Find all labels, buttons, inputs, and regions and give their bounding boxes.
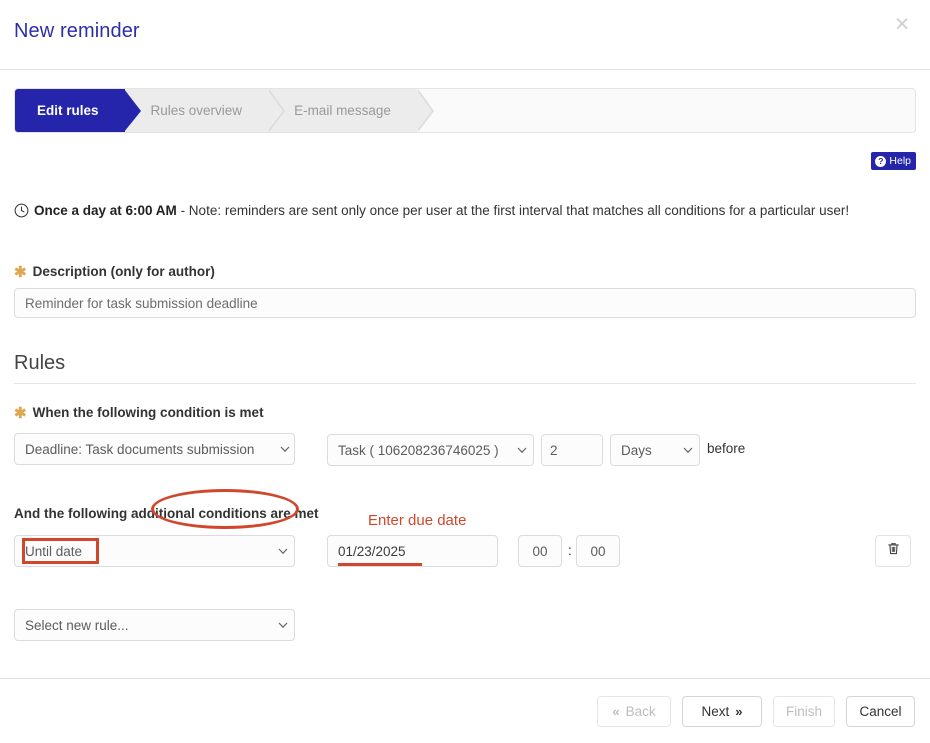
trigger-select[interactable]: Deadline: Task documents submission xyxy=(14,433,295,465)
help-button-label: Help xyxy=(889,155,911,167)
finish-button[interactable]: Finish xyxy=(773,696,835,727)
finish-button-label: Finish xyxy=(786,704,823,719)
double-chevron-right-icon: » xyxy=(735,704,743,719)
wizard-steps: Edit rules Rules overview E-mail message xyxy=(14,88,916,133)
clock-icon xyxy=(14,203,29,224)
rule-type-value: Until date xyxy=(25,543,83,559)
object-select-value: Task ( 106208236746025 ) xyxy=(338,442,499,458)
description-label-text: Description (only for author) xyxy=(32,264,215,279)
next-button[interactable]: Next » xyxy=(682,696,762,727)
page-title: New reminder xyxy=(14,20,140,42)
condition-label-text: When the following condition is met xyxy=(32,405,264,420)
tab-rules-overview-label: Rules overview xyxy=(150,103,243,118)
back-button-label: Back xyxy=(625,704,656,719)
required-asterisk-icon-2: ✱ xyxy=(14,405,27,422)
trash-icon xyxy=(886,541,901,561)
delete-rule-button[interactable] xyxy=(875,535,911,567)
double-chevron-left-icon: « xyxy=(612,704,620,719)
back-button[interactable]: « Back xyxy=(597,696,671,727)
cancel-button[interactable]: Cancel xyxy=(846,696,915,727)
tab-email-message-label: E-mail message xyxy=(294,103,391,118)
description-label: ✱ Description (only for author) xyxy=(14,263,215,281)
object-select[interactable]: Task ( 106208236746025 ) xyxy=(327,434,534,466)
tab-rules-overview[interactable]: Rules overview xyxy=(124,89,285,132)
required-asterisk-icon: ✱ xyxy=(14,264,27,281)
footer-divider xyxy=(0,678,930,679)
due-date-input[interactable] xyxy=(328,536,497,566)
due-time-minutes-input[interactable] xyxy=(576,535,620,567)
dialog-header: New reminder × xyxy=(0,0,930,70)
offset-value-input[interactable] xyxy=(541,434,603,466)
cancel-button-label: Cancel xyxy=(859,704,902,719)
new-rule-select-value: Select new rule... xyxy=(25,617,129,633)
new-reminder-dialog: New reminder × Edit rules Rules overview… xyxy=(0,0,930,743)
rules-section-title: Rules xyxy=(14,352,916,384)
condition-label: ✱ When the following condition is met xyxy=(14,404,264,422)
rule-type-select[interactable]: Until date xyxy=(14,535,295,567)
description-input[interactable] xyxy=(14,288,916,318)
trigger-select-value: Deadline: Task documents submission xyxy=(25,441,255,457)
question-mark-icon: ? xyxy=(875,155,887,167)
next-button-label: Next xyxy=(701,704,730,719)
wizard-spacer xyxy=(416,89,915,132)
offset-unit-value: Days xyxy=(621,442,652,458)
tab-edit-rules-label: Edit rules xyxy=(37,103,99,118)
offset-unit-select[interactable]: Days xyxy=(610,434,700,466)
additional-conditions-label: And the following additional conditions … xyxy=(14,506,319,521)
schedule-notice-strong: Once a day at 6:00 AM xyxy=(34,203,177,218)
close-icon[interactable]: × xyxy=(888,10,916,38)
tab-edit-rules[interactable]: Edit rules xyxy=(15,89,140,132)
offset-suffix-text: before xyxy=(707,441,746,456)
schedule-notice: Once a day at 6:00 AM - Note: reminders … xyxy=(14,200,916,224)
time-separator: : xyxy=(568,543,572,558)
schedule-notice-rest: - Note: reminders are sent only once per… xyxy=(176,203,850,218)
help-button[interactable]: ? Help xyxy=(871,152,916,170)
due-date-field-group xyxy=(327,535,498,567)
due-time-hours-input[interactable] xyxy=(518,535,562,567)
new-rule-select[interactable]: Select new rule... xyxy=(14,609,295,641)
annotation-callout-enter-due-date: Enter due date xyxy=(368,512,467,529)
tab-email-message[interactable]: E-mail message xyxy=(268,89,434,132)
